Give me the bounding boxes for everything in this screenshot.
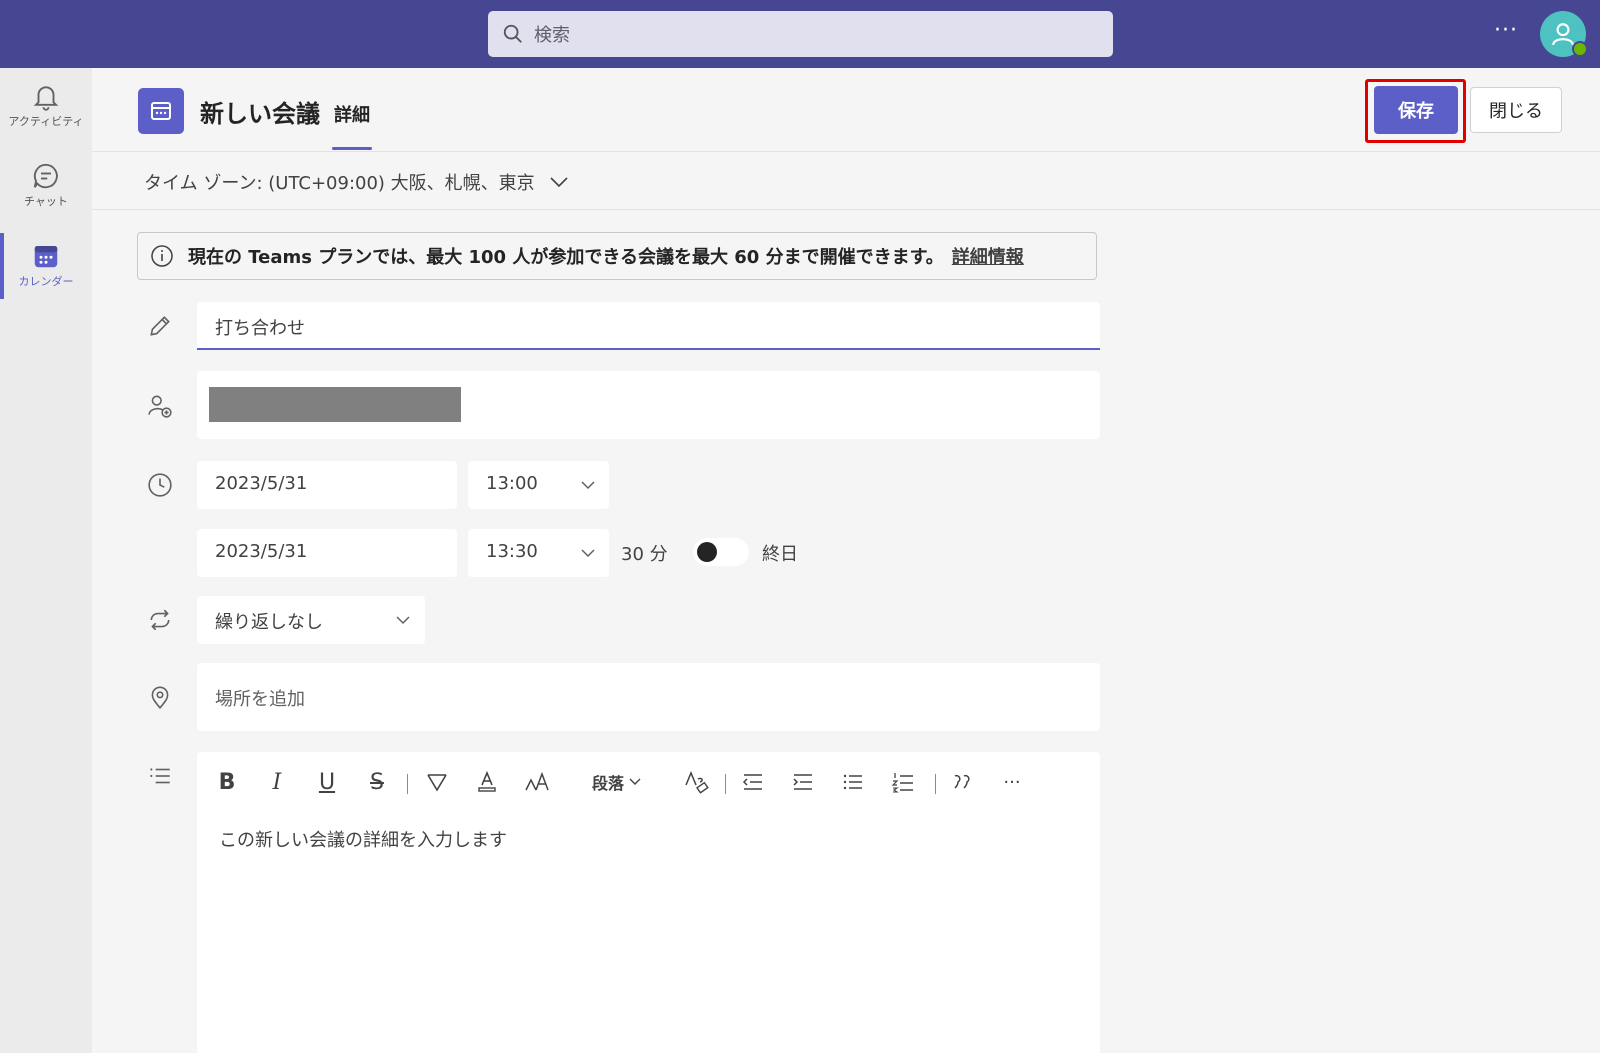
tab-active-indicator bbox=[332, 147, 372, 150]
more-format-button[interactable]: ··· bbox=[997, 766, 1027, 798]
highlight-button[interactable] bbox=[423, 766, 451, 798]
font-size-button[interactable] bbox=[523, 766, 553, 798]
font-size-icon bbox=[525, 771, 549, 791]
numbered-list-icon bbox=[891, 773, 913, 793]
clear-format-icon bbox=[685, 771, 709, 794]
toolbar-divider bbox=[725, 774, 726, 794]
timezone-label: タイム ゾーン: (UTC+09:00) 大阪、札幌、東京 bbox=[144, 173, 535, 194]
rail-item-activity[interactable]: アクティビティ bbox=[0, 70, 92, 140]
quote-button[interactable] bbox=[949, 766, 977, 798]
rail-item-chat[interactable]: チャット bbox=[0, 150, 92, 220]
paragraph-style-dropdown[interactable]: 段落 bbox=[587, 766, 647, 798]
start-date-input[interactable]: 2023/5/31 bbox=[197, 461, 457, 509]
end-time-value: 13:30 bbox=[486, 541, 538, 562]
decrease-indent-icon bbox=[742, 774, 762, 790]
increase-indent-button[interactable] bbox=[789, 766, 817, 798]
font-color-icon bbox=[478, 770, 496, 792]
page-title: 新しい会議 bbox=[200, 100, 320, 128]
learn-more-link[interactable]: 詳細情報 bbox=[952, 243, 1024, 269]
repeat-icon bbox=[150, 609, 170, 631]
more-options-button[interactable]: ··· bbox=[1494, 18, 1518, 43]
chevron-down-icon bbox=[581, 549, 595, 558]
toolbar-divider bbox=[935, 774, 936, 794]
clear-format-button[interactable] bbox=[683, 766, 711, 798]
close-button[interactable]: 閉じる bbox=[1470, 87, 1562, 133]
all-day-toggle[interactable] bbox=[693, 538, 749, 566]
start-time-value: 13:00 bbox=[486, 473, 538, 494]
add-person-icon bbox=[148, 395, 172, 418]
font-color-button[interactable] bbox=[473, 766, 501, 798]
search-placeholder: 検索 bbox=[534, 25, 570, 46]
tab-details[interactable]: 詳細 bbox=[334, 101, 370, 127]
paragraph-style-label: 段落 bbox=[591, 774, 624, 793]
location-icon bbox=[151, 686, 169, 710]
details-list-icon bbox=[150, 768, 170, 784]
location-input[interactable]: 場所を追加 bbox=[197, 663, 1100, 731]
details-placeholder: この新しい会議の詳細を入力します bbox=[219, 830, 507, 851]
rail-item-label: カレンダー bbox=[18, 275, 74, 288]
calendar-icon bbox=[151, 102, 171, 120]
attendee-input[interactable] bbox=[197, 371, 1100, 439]
clock-icon bbox=[148, 473, 172, 497]
bold-button[interactable]: B bbox=[213, 766, 241, 798]
search-box[interactable]: 検索 bbox=[488, 11, 1113, 57]
calendar-icon bbox=[34, 246, 58, 268]
repeat-value: 繰り返しなし bbox=[215, 612, 323, 633]
chevron-down-icon bbox=[550, 177, 568, 188]
person-icon bbox=[1552, 23, 1574, 46]
app-rail: アクティビティ チャット カレンダー bbox=[0, 68, 92, 1053]
highlight-icon bbox=[427, 774, 447, 792]
duration-label: 30 分 bbox=[621, 544, 668, 565]
redacted-attendee bbox=[209, 387, 461, 422]
search-icon bbox=[503, 24, 522, 43]
meeting-app-icon bbox=[138, 88, 184, 134]
info-icon bbox=[151, 245, 173, 267]
all-day-label: 終日 bbox=[762, 544, 798, 565]
location-placeholder: 場所を追加 bbox=[215, 689, 305, 710]
start-time-dropdown[interactable]: 13:00 bbox=[468, 461, 609, 509]
increase-indent-icon bbox=[793, 774, 812, 790]
quote-icon bbox=[954, 774, 970, 789]
italic-button[interactable]: I bbox=[263, 766, 291, 798]
timezone-row: タイム ゾーン: (UTC+09:00) 大阪、札幌、東京 bbox=[92, 152, 1600, 210]
timezone-dropdown[interactable]: タイム ゾーン: (UTC+09:00) 大阪、札幌、東京 bbox=[144, 169, 569, 195]
top-bar: 検索 ··· bbox=[0, 0, 1600, 68]
chat-icon bbox=[33, 163, 58, 189]
save-button[interactable]: 保存 bbox=[1374, 86, 1458, 134]
rail-item-calendar[interactable]: カレンダー bbox=[0, 230, 92, 300]
info-banner: 現在の Teams プランでは、最大 100 人が参加できる会議を最大 60 分… bbox=[137, 232, 1097, 280]
numbered-list-button[interactable] bbox=[889, 766, 917, 798]
toolbar-divider bbox=[407, 774, 408, 794]
toggle-knob bbox=[697, 542, 717, 562]
rail-active-indicator bbox=[0, 233, 4, 299]
pencil-icon bbox=[150, 316, 170, 336]
end-date-input[interactable]: 2023/5/31 bbox=[197, 529, 457, 577]
chevron-down-icon bbox=[581, 481, 595, 490]
title-input[interactable]: 打ち合わせ bbox=[197, 302, 1100, 350]
rail-item-label: チャット bbox=[24, 195, 68, 208]
repeat-dropdown[interactable]: 繰り返しなし bbox=[197, 596, 425, 644]
bulleted-list-button[interactable] bbox=[839, 766, 867, 798]
info-banner-text: 現在の Teams プランでは、最大 100 人が参加できる会議を最大 60 分… bbox=[188, 247, 944, 268]
end-date-value: 2023/5/31 bbox=[215, 541, 308, 562]
bell-icon bbox=[33, 86, 59, 111]
avatar[interactable] bbox=[1540, 11, 1588, 57]
strikethrough-button[interactable]: S bbox=[363, 766, 391, 798]
format-toolbar: B I U S 段落 ··· bbox=[197, 752, 1100, 812]
underline-button[interactable]: U bbox=[313, 766, 341, 798]
decrease-indent-button[interactable] bbox=[739, 766, 767, 798]
bulleted-list-icon bbox=[843, 774, 862, 790]
presence-available-icon bbox=[1572, 41, 1588, 57]
title-value: 打ち合わせ bbox=[215, 318, 305, 339]
end-time-dropdown[interactable]: 13:30 bbox=[468, 529, 609, 577]
chevron-down-icon bbox=[396, 616, 410, 625]
start-date-value: 2023/5/31 bbox=[215, 473, 308, 494]
rail-item-label: アクティビティ bbox=[8, 115, 84, 128]
chevron-down-icon bbox=[629, 778, 641, 785]
details-editor[interactable]: B I U S 段落 ··· この新しい会議の詳細を入力します bbox=[197, 752, 1100, 1053]
